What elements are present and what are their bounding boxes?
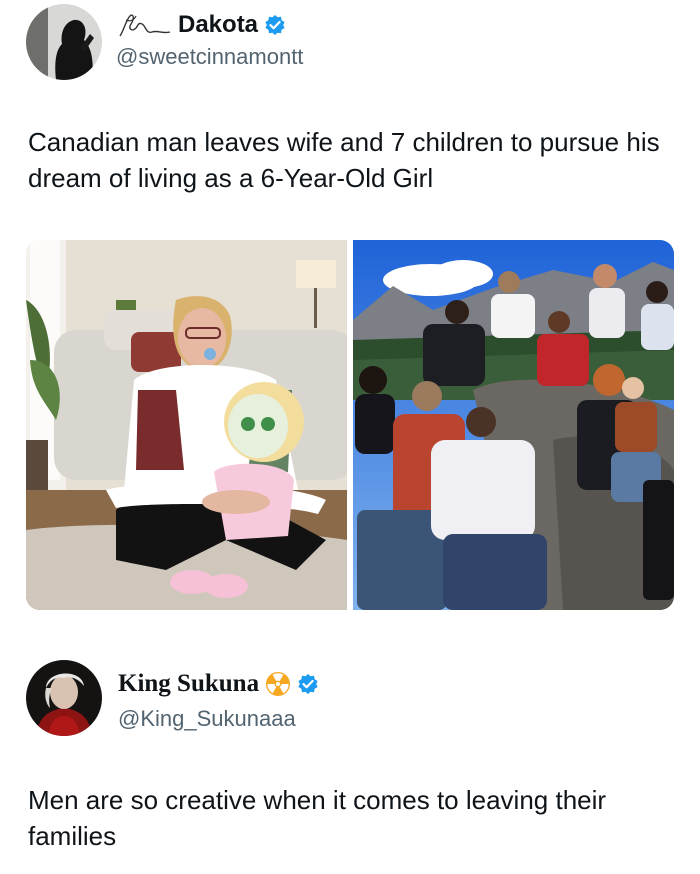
display-name[interactable]: King Sukuna [118,670,259,698]
photo-right-family-mountains[interactable] [353,240,674,610]
handle[interactable]: @sweetcinnamontt [116,44,303,70]
media-grid[interactable] [26,240,674,610]
photo-left-living-room[interactable] [26,240,347,610]
quoted-tweet: Dakota @sweetcinnamontt Canadian man lea… [0,0,700,640]
verified-icon [264,14,286,36]
author-row: King Sukuna [118,670,319,698]
verified-icon [297,673,319,695]
handle[interactable]: @King_Sukunaaa [118,706,296,732]
avatar[interactable] [26,4,102,80]
tweet-text: Men are so creative when it comes to lea… [28,785,607,851]
reply-tweet: King Sukuna @King_Sukunaaa Men are so cr… [0,640,700,874]
signature-icon [116,10,172,40]
avatar[interactable] [26,660,102,736]
tweet-text: Canadian man leaves wife and 7 children … [28,127,660,193]
radioactive-icon [265,671,291,697]
display-name[interactable]: Dakota [178,11,258,39]
author-row: Dakota [116,10,286,40]
